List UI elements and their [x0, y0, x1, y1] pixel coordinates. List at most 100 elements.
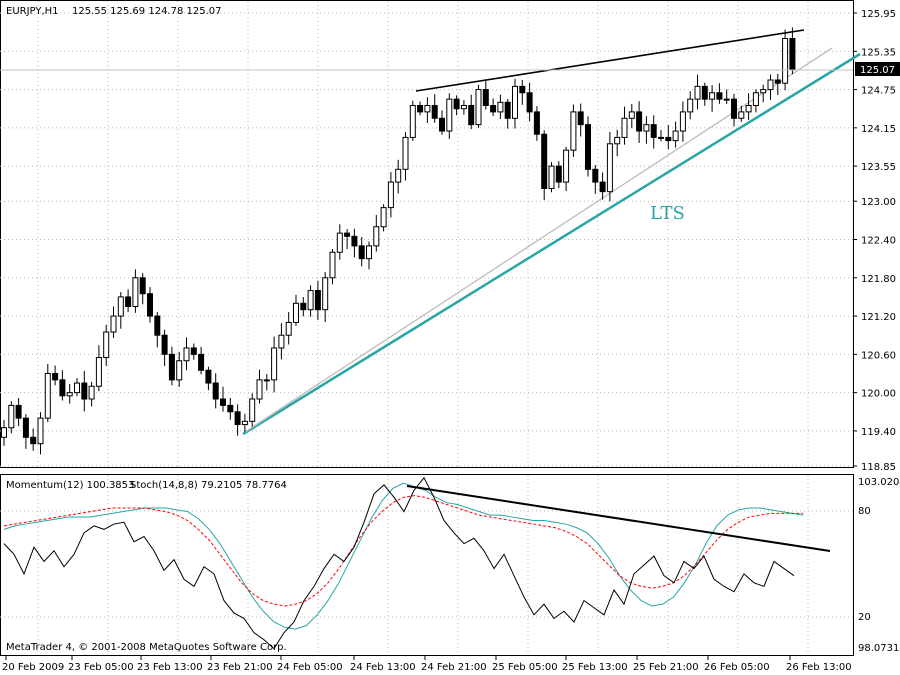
candle-body[interactable] [606, 143, 613, 193]
candle-body[interactable] [716, 92, 723, 100]
candle-body[interactable] [731, 98, 737, 119]
candle-body[interactable] [512, 85, 518, 119]
candle-body[interactable] [570, 111, 577, 151]
candle-body[interactable] [285, 321, 292, 336]
candle-body[interactable] [774, 79, 781, 84]
candle-body[interactable] [1, 427, 7, 438]
candle-body[interactable] [300, 302, 307, 311]
candle-body[interactable] [548, 165, 555, 189]
candle-body[interactable] [205, 369, 212, 384]
candle-body[interactable] [198, 353, 205, 371]
candle-body[interactable] [541, 133, 548, 189]
candle-body[interactable] [409, 105, 416, 138]
candle-body[interactable] [227, 404, 234, 413]
candle-body[interactable] [694, 85, 701, 100]
candle-body[interactable] [125, 296, 132, 307]
candle-body[interactable] [650, 124, 657, 138]
candle-body[interactable] [789, 38, 796, 70]
candle-body[interactable] [519, 85, 526, 94]
candle-body[interactable] [103, 331, 110, 359]
candle-body[interactable] [30, 436, 37, 445]
candle-body[interactable] [782, 38, 789, 84]
candle-body[interactable] [745, 105, 752, 113]
candle-body[interactable] [402, 136, 409, 170]
candle-body[interactable] [322, 277, 329, 311]
candle-body[interactable] [329, 251, 336, 279]
candle-body[interactable] [373, 226, 380, 247]
candle-body[interactable] [679, 111, 686, 132]
candle-body[interactable] [563, 149, 570, 183]
candle-body[interactable] [431, 105, 438, 119]
candle-body[interactable] [95, 357, 102, 387]
candle-body[interactable] [263, 379, 270, 382]
candle-body[interactable] [658, 136, 664, 139]
candle-body[interactable] [147, 293, 153, 317]
candle-body[interactable] [74, 382, 80, 394]
candle-body[interactable] [256, 379, 263, 400]
candle-body[interactable] [307, 290, 314, 311]
chart-canvas[interactable]: LTS EURJPY,H1 125.55 125.69 124.78 125.0… [0, 0, 900, 675]
candle-body[interactable] [767, 79, 774, 91]
candle-body[interactable] [336, 232, 343, 253]
candle-body[interactable] [599, 181, 606, 193]
candle-body[interactable] [643, 124, 650, 132]
candle-body[interactable] [351, 235, 358, 247]
candle-body[interactable] [168, 353, 175, 381]
candle-body[interactable] [161, 334, 168, 355]
candle-body[interactable] [555, 165, 562, 183]
candle-body[interactable] [446, 98, 453, 132]
candle-body[interactable] [417, 105, 424, 113]
price-pane[interactable] [0, 0, 854, 468]
candle-body[interactable] [293, 302, 299, 323]
candle-body[interactable] [212, 382, 219, 400]
candle-body[interactable] [687, 98, 694, 113]
candle-body[interactable] [424, 105, 431, 113]
candle-body[interactable] [395, 168, 402, 183]
candle-body[interactable] [52, 372, 59, 381]
candle-body[interactable] [59, 379, 66, 397]
candle-body[interactable] [760, 89, 767, 94]
candle-body[interactable] [344, 232, 351, 237]
candle-body[interactable] [453, 98, 460, 110]
candle-body[interactable] [621, 117, 628, 138]
candle-body[interactable] [358, 245, 365, 260]
candle-body[interactable] [220, 398, 226, 406]
candle-body[interactable] [723, 98, 730, 101]
candle-body[interactable] [709, 92, 716, 100]
candle-body[interactable] [366, 245, 372, 260]
candle-body[interactable] [665, 136, 672, 142]
candle-body[interactable] [592, 168, 599, 183]
candle-body[interactable] [22, 417, 29, 438]
candle-body[interactable] [577, 111, 584, 126]
candle-body[interactable] [497, 101, 504, 113]
candle-body[interactable] [504, 101, 511, 119]
candle-body[interactable] [533, 111, 540, 135]
candle-body[interactable] [468, 105, 475, 126]
candle-body[interactable] [475, 89, 482, 126]
candle-body[interactable] [387, 181, 394, 209]
candle-body[interactable] [482, 89, 489, 107]
candle-body[interactable] [132, 277, 139, 307]
candle-body[interactable] [636, 111, 643, 132]
candle-body[interactable] [701, 85, 708, 100]
candle-body[interactable] [234, 411, 241, 426]
candle-body[interactable] [490, 105, 497, 113]
candle-body[interactable] [139, 277, 146, 295]
candle-body[interactable] [628, 111, 635, 119]
candle-body[interactable] [439, 117, 445, 132]
candle-body[interactable] [526, 92, 533, 113]
candle-body[interactable] [15, 404, 22, 419]
candle-body[interactable] [117, 296, 124, 317]
candle-body[interactable] [271, 347, 278, 381]
candle-body[interactable] [614, 136, 621, 145]
candle-body[interactable] [314, 290, 321, 311]
candle-body[interactable] [190, 347, 197, 355]
candle-body[interactable] [183, 347, 190, 362]
candle-body[interactable] [81, 382, 88, 400]
candle-body[interactable] [752, 92, 759, 107]
candle-body[interactable] [380, 207, 387, 228]
candle-body[interactable] [37, 417, 44, 445]
candle-body[interactable] [278, 334, 285, 349]
candle-body[interactable] [110, 315, 117, 333]
indicator-pane[interactable] [0, 474, 854, 656]
